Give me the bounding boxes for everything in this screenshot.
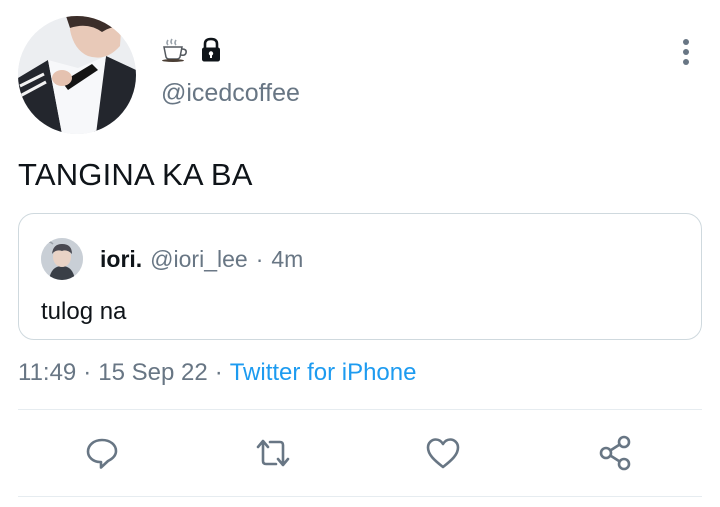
tweet-source-link[interactable]: Twitter for iPhone: [230, 358, 417, 388]
author-handle[interactable]: @icedcoffee: [161, 78, 300, 108]
quoted-author-handle: @iori_lee: [150, 246, 248, 272]
quoted-author-avatar: [41, 238, 83, 280]
retweet-icon[interactable]: [253, 433, 293, 473]
coffee-cup-icon: [161, 38, 189, 62]
separator-dot: ·: [83, 359, 92, 386]
divider: [18, 409, 702, 410]
author-avatar[interactable]: [18, 16, 136, 134]
quoted-tweet-header: iori. @iori_lee · 4m: [100, 245, 303, 273]
more-options-icon[interactable]: [672, 34, 700, 70]
quoted-author-name: iori.: [100, 246, 143, 272]
share-icon[interactable]: [596, 433, 636, 473]
tweet-text: TANGINA KA BA: [18, 157, 253, 192]
like-icon[interactable]: [423, 433, 463, 473]
quoted-tweet-time: 4m: [271, 246, 304, 272]
separator-dot: ·: [214, 359, 223, 386]
divider: [18, 496, 702, 497]
reply-icon[interactable]: [82, 433, 122, 473]
author-display-name[interactable]: [161, 36, 223, 64]
tweet-date: 15 Sep 22: [98, 359, 208, 386]
tweet-meta: 11:49 · 15 Sep 22 · Twitter for iPhone: [18, 358, 416, 388]
tweet-time: 11:49: [18, 359, 77, 386]
lock-icon: [199, 37, 223, 63]
separator-dot: ·: [255, 246, 264, 272]
quoted-tweet-text: tulog na: [41, 298, 127, 325]
tweet-action-bar: [0, 420, 720, 486]
quoted-tweet-card[interactable]: iori. @iori_lee · 4m tulog na: [18, 213, 702, 340]
